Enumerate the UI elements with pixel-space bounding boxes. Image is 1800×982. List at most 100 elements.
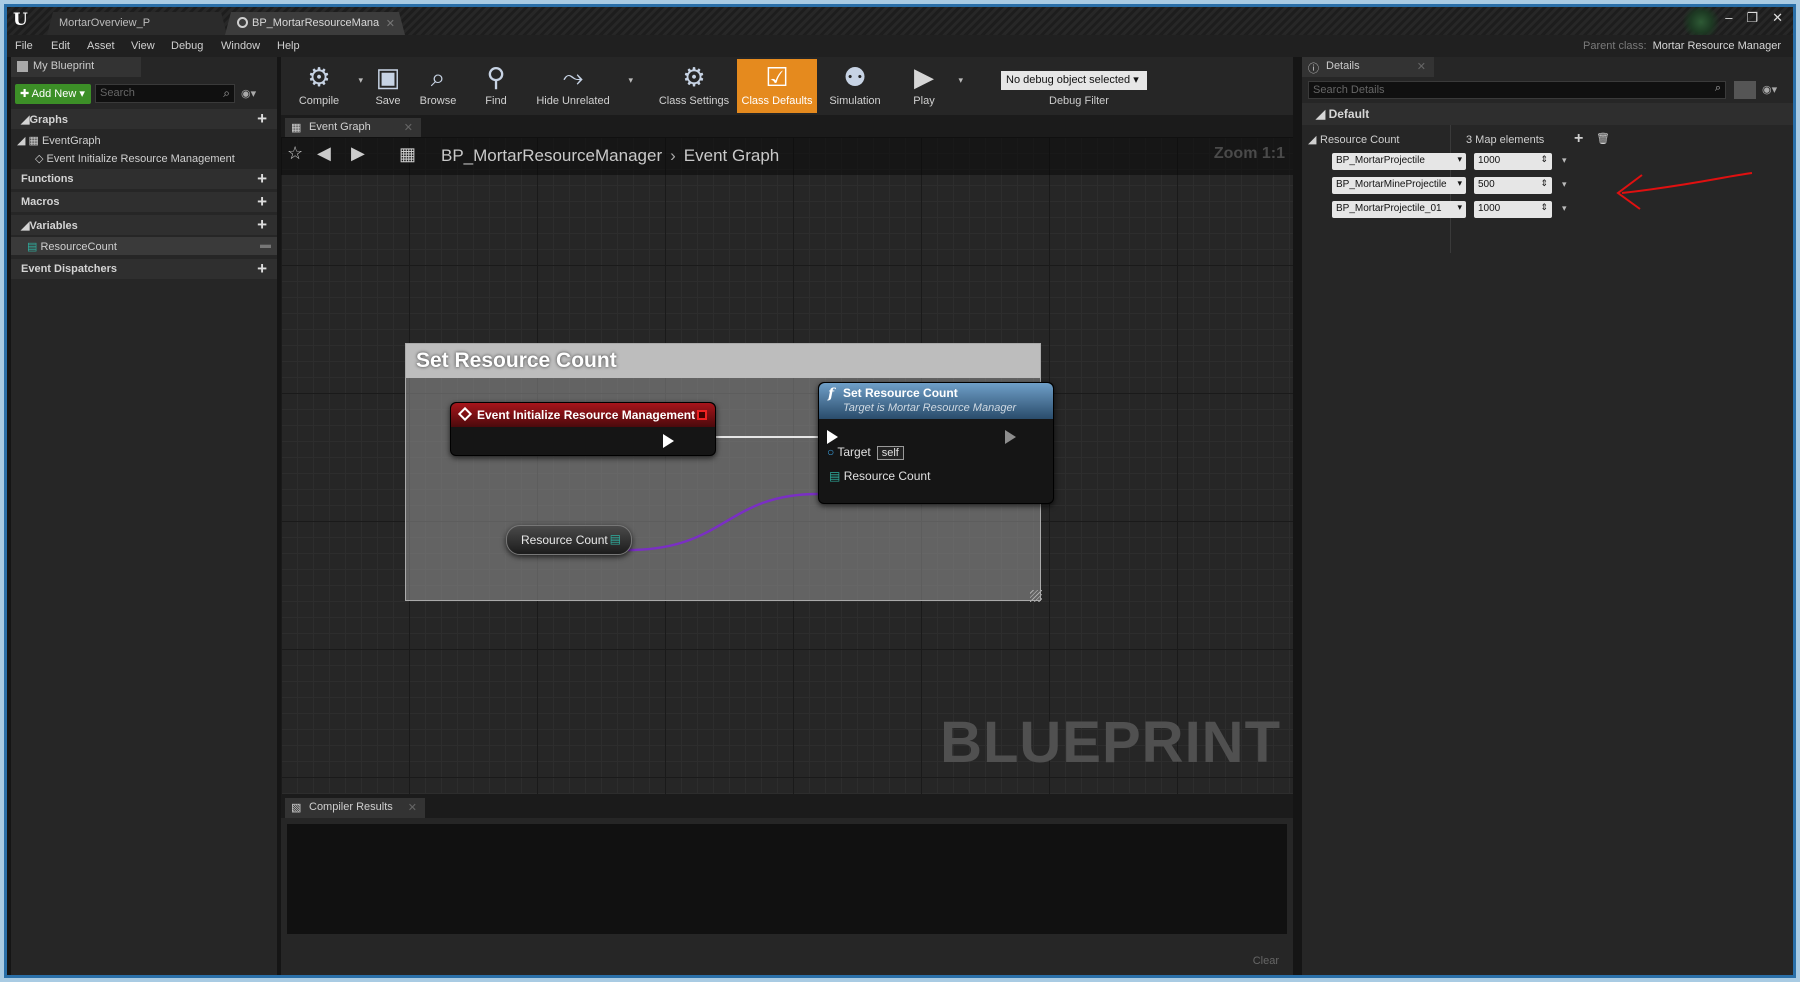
eye-view-options-icon[interactable]: ◉▾ xyxy=(241,87,256,100)
add-dispatcher-icon[interactable]: + xyxy=(257,259,267,279)
compile-button[interactable]: ⚙ Compile ▾ xyxy=(285,59,363,113)
compiler-results-panel: Clear xyxy=(281,818,1293,975)
target-pin[interactable]: ○ Target self xyxy=(827,445,904,460)
save-button[interactable]: ▣ Save xyxy=(363,59,413,113)
simulation-button[interactable]: ⚉ Simulation xyxy=(821,59,889,113)
tab-my-blueprint[interactable]: My Blueprint xyxy=(11,57,141,77)
minimize-icon[interactable]: – xyxy=(1725,10,1732,26)
play-dropdown-icon[interactable]: ▾ xyxy=(958,75,963,86)
tab-compiler-results[interactable]: ▧ Compiler Results ✕ xyxy=(285,798,425,818)
unreal-logo-icon: U xyxy=(13,10,28,30)
class-settings-button[interactable]: ⚙ Class Settings xyxy=(655,59,733,113)
browse-button[interactable]: ⌕ Browse xyxy=(413,59,463,113)
delete-trash-icon[interactable]: 🗑 xyxy=(1596,132,1610,145)
chevron-right-icon: › xyxy=(670,146,676,165)
exec-in-pin[interactable] xyxy=(827,430,838,444)
set-resource-count-node[interactable]: f Set Resource Count Target is Mortar Re… xyxy=(818,382,1054,504)
tab-label: My Blueprint xyxy=(33,60,95,72)
details-icon: ⓘ xyxy=(1308,63,1319,75)
menu-edit[interactable]: Edit xyxy=(51,40,70,52)
variables-section[interactable]: ◢Variables + xyxy=(11,215,277,235)
debug-object-select[interactable]: No debug object selected ▾ xyxy=(1001,71,1147,90)
map-value-input[interactable]: 1000 ⇕ xyxy=(1474,153,1552,170)
favorite-star-icon[interactable]: ☆ xyxy=(287,143,303,164)
property-matrix-icon[interactable] xyxy=(1734,81,1756,99)
menu-view[interactable]: View xyxy=(131,40,155,52)
map-value-input[interactable]: 500 ⇕ xyxy=(1474,177,1552,194)
functions-section[interactable]: Functions + xyxy=(11,169,277,189)
visibility-eye-icon[interactable]: ▬ xyxy=(260,239,271,251)
comment-title[interactable]: Set Resource Count xyxy=(406,344,1040,378)
clear-button[interactable]: Clear xyxy=(1253,955,1279,967)
default-section[interactable]: ◢ Default xyxy=(1302,103,1793,125)
blueprint-icon xyxy=(17,61,28,72)
tab-mortar-overview[interactable]: MortarOverview_P xyxy=(47,12,227,35)
add-element-icon[interactable]: + xyxy=(1574,130,1583,148)
class-defaults-button[interactable]: ☑ Class Defaults xyxy=(737,59,817,113)
map-key-select[interactable]: BP_MortarMineProjectile ▾ xyxy=(1332,177,1466,194)
delegate-pin-icon[interactable] xyxy=(697,410,707,420)
menu-asset[interactable]: Asset xyxy=(87,40,115,52)
search-placeholder: Search xyxy=(100,87,135,99)
add-macro-icon[interactable]: + xyxy=(257,192,267,212)
add-new-button[interactable]: ✚ Add New ▾ xyxy=(15,84,91,104)
map-pin-icon[interactable]: ▤ xyxy=(610,532,621,546)
variable-item-resourcecount[interactable]: ▤ ResourceCount ▬ xyxy=(11,237,277,255)
close-tab-icon[interactable]: ✕ xyxy=(404,121,413,134)
close-window-icon[interactable]: ✕ xyxy=(1772,10,1783,26)
row-options-chevron-icon[interactable]: ▾ xyxy=(1562,179,1567,190)
parent-class-value[interactable]: Mortar Resource Manager xyxy=(1653,40,1781,52)
map-summary: 3 Map elements xyxy=(1466,134,1545,146)
comment-box[interactable]: Set Resource Count Event Initialize Reso… xyxy=(405,343,1054,602)
exec-out-pin[interactable] xyxy=(1005,430,1016,444)
resource-count-variable-node[interactable]: Resource Count ▤ xyxy=(506,525,632,555)
search-input[interactable]: Search ⌕ xyxy=(95,84,235,103)
menu-window[interactable]: Window xyxy=(221,40,260,52)
tab-bp-mortar-resource[interactable]: BP_MortarResourceMana ✕ xyxy=(225,12,405,35)
back-arrow-icon[interactable]: ◀ xyxy=(317,143,331,164)
comment-resize-handle[interactable] xyxy=(1030,590,1042,602)
eye-view-options-icon[interactable]: ◉▾ xyxy=(1762,83,1777,96)
map-value: 1000 xyxy=(1478,155,1501,166)
hide-unrelated-dropdown-icon[interactable]: ▾ xyxy=(628,75,633,86)
expand-arrow-icon[interactable]: ◢ xyxy=(1308,133,1316,146)
dispatchers-header: Event Dispatchers xyxy=(21,263,117,275)
tree-item-eventgraph[interactable]: ◢ ▦ EventGraph xyxy=(11,131,277,149)
find-button[interactable]: ⚲ Find xyxy=(471,59,521,113)
tree-item-event[interactable]: ◇ Event Initialize Resource Management xyxy=(11,149,277,167)
tab-event-graph[interactable]: ▦ Event Graph ✕ xyxy=(285,118,421,137)
details-search-input[interactable]: Search Details ⌕ xyxy=(1308,81,1726,99)
forward-arrow-icon[interactable]: ▶ xyxy=(351,143,365,164)
event-node[interactable]: Event Initialize Resource Management xyxy=(450,402,716,456)
add-graph-icon[interactable]: + xyxy=(257,109,267,129)
close-tab-icon[interactable]: ✕ xyxy=(1417,60,1426,73)
menu-file[interactable]: File xyxy=(15,40,33,52)
row-options-chevron-icon[interactable]: ▾ xyxy=(1562,203,1567,214)
exec-out-pin[interactable] xyxy=(663,434,674,448)
map-value-input[interactable]: 1000 ⇕ xyxy=(1474,201,1552,218)
map-key-select[interactable]: BP_MortarProjectile ▾ xyxy=(1332,153,1466,170)
close-tab-icon[interactable]: ✕ xyxy=(386,17,395,30)
class-defaults-label: Class Defaults xyxy=(741,95,813,107)
row-options-chevron-icon[interactable]: ▾ xyxy=(1562,155,1567,166)
close-tab-icon[interactable]: ✕ xyxy=(408,801,417,814)
breadcrumb-leaf[interactable]: Event Graph xyxy=(684,146,779,165)
tab-label: MortarOverview_P xyxy=(59,17,151,29)
add-function-icon[interactable]: + xyxy=(257,169,267,189)
menu-debug[interactable]: Debug xyxy=(171,40,203,52)
play-button[interactable]: ▶ Play ▾ xyxy=(899,59,963,113)
tab-details[interactable]: ⓘ Details ✕ xyxy=(1302,57,1434,77)
dispatchers-section[interactable]: Event Dispatchers + xyxy=(11,259,277,279)
graphs-section[interactable]: ◢Graphs + xyxy=(11,109,277,129)
breadcrumb-root[interactable]: BP_MortarResourceManager xyxy=(441,146,662,165)
chevron-down-icon: ▾ xyxy=(1457,178,1462,188)
hide-unrelated-button[interactable]: ⤳ Hide Unrelated ▾ xyxy=(531,59,633,113)
map-key-select[interactable]: BP_MortarProjectile_01 ▾ xyxy=(1332,201,1466,218)
macros-section[interactable]: Macros + xyxy=(11,192,277,212)
resource-count-pin[interactable]: ▤ Resource Count xyxy=(829,469,930,483)
tab-label: Event Graph xyxy=(309,121,371,133)
add-variable-icon[interactable]: + xyxy=(257,215,267,235)
maximize-icon[interactable]: ❐ xyxy=(1746,10,1758,26)
menu-help[interactable]: Help xyxy=(277,40,300,52)
event-graph-canvas[interactable]: ☆ ◀ ▶ ▦ BP_MortarResourceManager › Event G… xyxy=(281,137,1293,794)
